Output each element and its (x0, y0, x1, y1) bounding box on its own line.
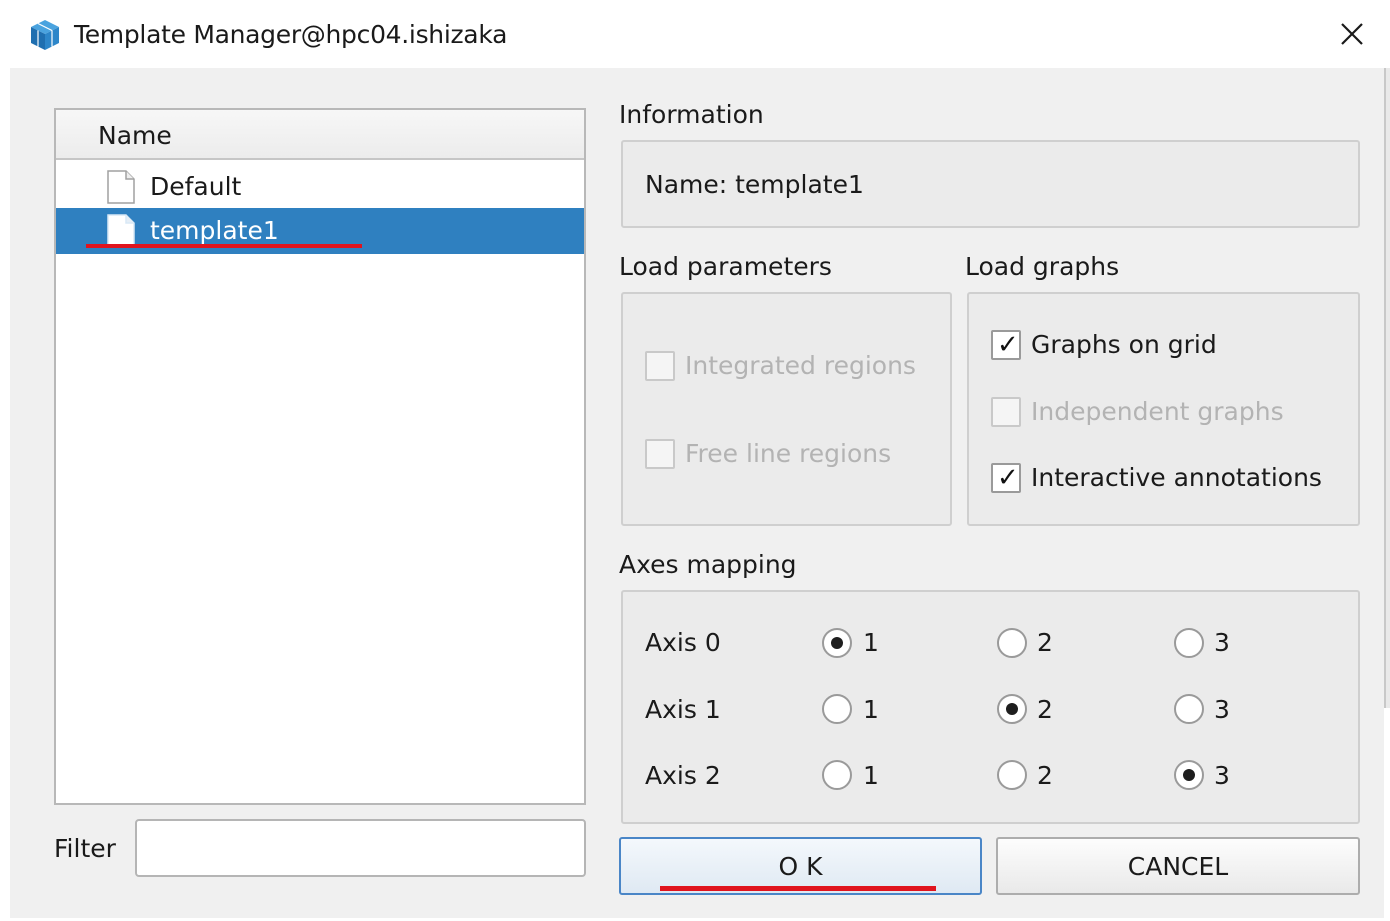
checkbox-label: Free line regions (685, 439, 892, 468)
filter-label: Filter (54, 834, 116, 863)
template-list[interactable]: Name Default template1 (54, 108, 586, 805)
title-bar: Template Manager@hpc04.ishizaka (0, 0, 1390, 68)
radio-label: 2 (1037, 695, 1053, 724)
radio-label: 2 (1037, 628, 1053, 657)
radio-label: 2 (1037, 761, 1053, 790)
axis-1-radio-2[interactable] (997, 694, 1027, 724)
axis-1-label: Axis 1 (645, 695, 721, 724)
list-item-label: template1 (150, 216, 279, 245)
load-graphs-group: ✓ Graphs on grid Independent graphs ✓ In… (967, 292, 1360, 526)
template-name-text: Name: template1 (645, 170, 864, 199)
file-icon (107, 214, 135, 248)
checkbox-box (645, 439, 675, 469)
window-title: Template Manager@hpc04.ishizaka (74, 20, 508, 49)
radio-label: 1 (863, 761, 879, 790)
axis-2-radio-2[interactable] (997, 760, 1027, 790)
axis-1-radio-1[interactable] (822, 694, 852, 724)
checkbox-label: Integrated regions (685, 351, 916, 380)
list-column-header[interactable]: Name (56, 110, 584, 160)
axis-2-radio-3[interactable] (1174, 760, 1204, 790)
checkmark-icon: ✓ (997, 330, 1019, 360)
checkbox-box (645, 351, 675, 381)
close-button[interactable] (1326, 12, 1378, 56)
checkbox-label: Interactive annotations (1031, 463, 1322, 492)
checkbox-box (991, 397, 1021, 427)
radio-label: 1 (863, 628, 879, 657)
axis-0-radio-3[interactable] (1174, 628, 1204, 658)
background-window-scroll-edge (1384, 68, 1390, 708)
information-label: Information (619, 100, 764, 129)
radio-selected-dot (1006, 703, 1018, 715)
free-line-regions-checkbox[interactable]: Free line regions (645, 436, 945, 472)
checkbox-box: ✓ (991, 330, 1021, 360)
axis-2-radio-1[interactable] (822, 760, 852, 790)
radio-label: 3 (1214, 761, 1230, 790)
checkbox-label: Independent graphs (1031, 397, 1284, 426)
axis-1-radio-3[interactable] (1174, 694, 1204, 724)
checkmark-icon: ✓ (997, 463, 1019, 493)
radio-label: 1 (863, 695, 879, 724)
cube-icon (31, 20, 59, 50)
interactive-annotations-checkbox[interactable]: ✓ Interactive annotations (991, 460, 1351, 496)
information-group: Name: template1 (621, 140, 1360, 228)
graphs-on-grid-checkbox[interactable]: ✓ Graphs on grid (991, 327, 1351, 363)
list-item-label: Default (150, 172, 242, 201)
selection-annotation-underline (86, 244, 362, 248)
close-icon (1341, 23, 1363, 45)
radio-selected-dot (1183, 769, 1195, 781)
radio-label: 3 (1214, 695, 1230, 724)
ok-annotation-underline (660, 886, 936, 891)
axes-mapping-label: Axes mapping (619, 550, 797, 579)
radio-selected-dot (831, 637, 843, 649)
integrated-regions-checkbox[interactable]: Integrated regions (645, 348, 945, 384)
axes-mapping-group: Axis 0 1 2 3 Axis 1 1 2 3 Axis 2 1 2 3 (621, 590, 1360, 824)
independent-graphs-checkbox[interactable]: Independent graphs (991, 394, 1351, 430)
checkbox-label: Graphs on grid (1031, 330, 1217, 359)
list-item-default[interactable]: Default (56, 164, 584, 210)
load-parameters-label: Load parameters (619, 252, 832, 281)
list-item-template1[interactable]: template1 (56, 208, 584, 254)
cancel-button[interactable]: CANCEL (996, 837, 1360, 895)
axis-0-radio-2[interactable] (997, 628, 1027, 658)
axis-2-label: Axis 2 (645, 761, 721, 790)
load-graphs-label: Load graphs (965, 252, 1120, 281)
load-parameters-group: Integrated regions Free line regions (621, 292, 952, 526)
file-icon (107, 170, 135, 204)
checkbox-box: ✓ (991, 463, 1021, 493)
axis-0-radio-1[interactable] (822, 628, 852, 658)
radio-label: 3 (1214, 628, 1230, 657)
axis-0-label: Axis 0 (645, 628, 721, 657)
filter-input[interactable] (135, 819, 586, 877)
column-header-name: Name (98, 121, 172, 150)
